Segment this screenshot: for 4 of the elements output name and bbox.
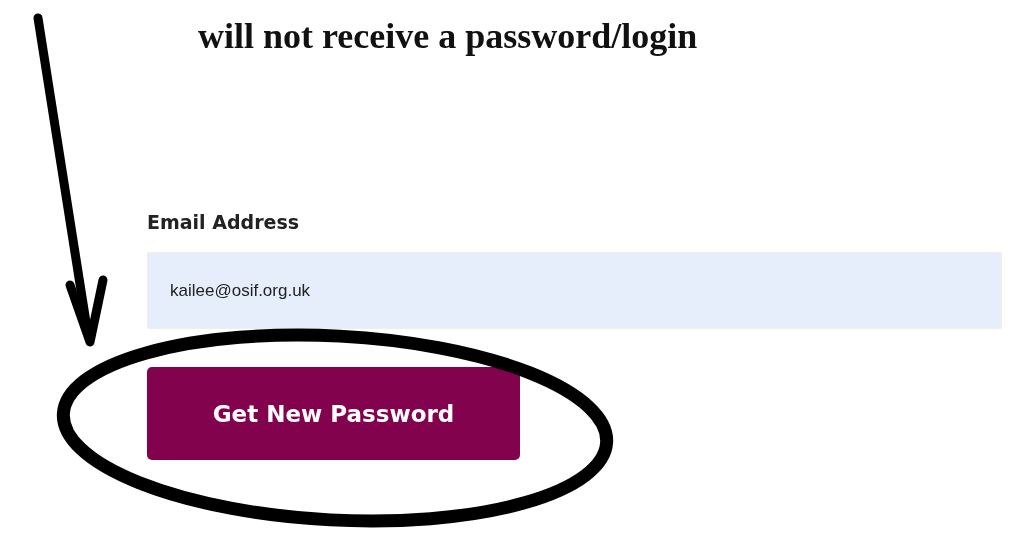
email-label: Email Address: [147, 210, 300, 234]
annotation-caption: will not receive a password/login: [198, 15, 699, 58]
get-new-password-button[interactable]: Get New Password: [147, 367, 520, 460]
email-field[interactable]: kailee@osif.org.uk: [147, 252, 1002, 329]
